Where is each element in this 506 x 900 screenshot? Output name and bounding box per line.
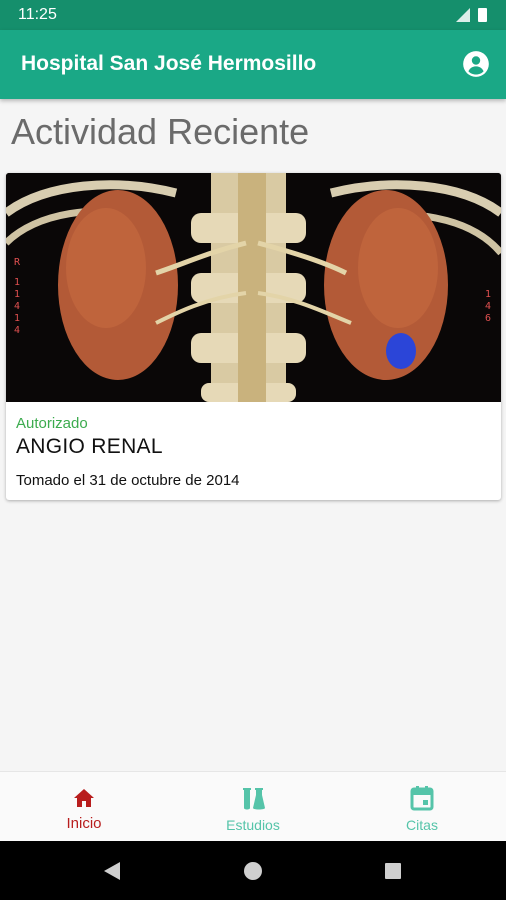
back-icon[interactable] <box>101 860 123 882</box>
kidney-left-highlight <box>66 208 146 328</box>
app-bar: Hospital San José Hermosillo <box>0 30 506 99</box>
nav-item-estudios[interactable]: Estudios <box>169 772 337 842</box>
nav-item-citas[interactable]: Citas <box>338 772 506 842</box>
home-button-icon[interactable] <box>242 860 264 882</box>
nav-label-estudios: Estudios <box>226 817 280 833</box>
study-date: Tomado el 31 de octubre de 2014 <box>16 472 240 489</box>
calendar-icon <box>410 786 434 811</box>
lesion-marker <box>386 333 416 369</box>
status-time: 11:25 <box>18 6 57 23</box>
battery-icon <box>478 8 487 22</box>
aorta <box>238 173 266 402</box>
bottom-nav: Inicio Estudios Citas <box>0 771 506 842</box>
section-title: Actividad Reciente <box>11 111 310 152</box>
nav-item-inicio[interactable]: Inicio <box>0 772 168 842</box>
nav-label-inicio: Inicio <box>66 815 102 832</box>
status-bar: 11:25 <box>0 0 506 30</box>
app-title: Hospital San José Hermosillo <box>21 52 317 75</box>
system-nav-bar <box>0 841 506 900</box>
account-icon[interactable] <box>462 50 490 78</box>
study-image: R 1 1 4 1 4 1 4 6 <box>6 173 501 402</box>
nav-label-citas: Citas <box>406 817 438 833</box>
recents-icon[interactable] <box>382 860 404 882</box>
status-icons <box>456 8 487 22</box>
study-card[interactable]: R 1 1 4 1 4 1 4 6 Autorizado ANGIO RENAL… <box>6 173 501 500</box>
kidney-right-highlight <box>358 208 438 328</box>
study-name: ANGIO RENAL <box>16 435 163 458</box>
home-icon <box>74 789 94 807</box>
signal-icon <box>456 8 470 22</box>
study-status: Autorizado <box>16 415 88 432</box>
flask-icon <box>243 788 265 810</box>
